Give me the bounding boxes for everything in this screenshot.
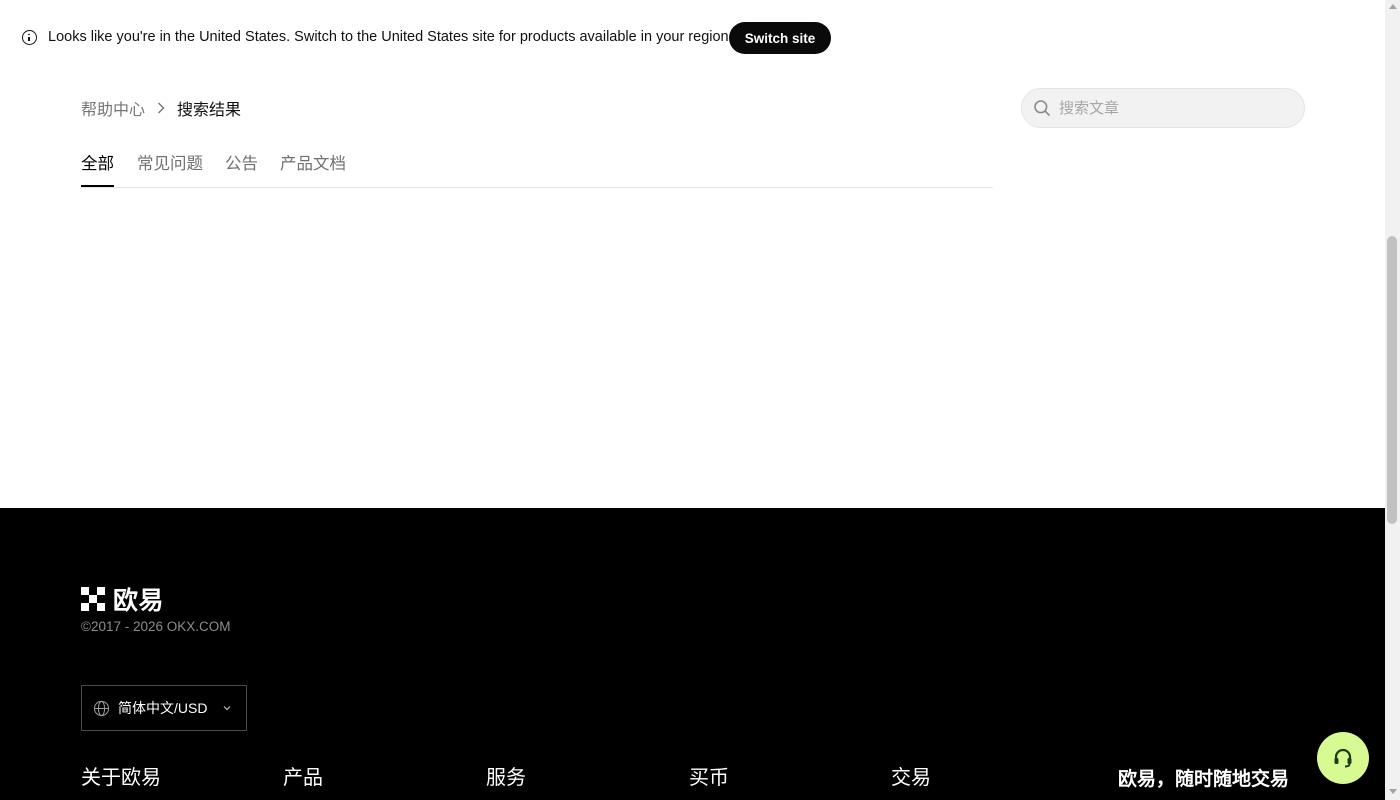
okx-logo-mark (81, 587, 105, 611)
article-search[interactable] (1021, 88, 1305, 128)
copyright: ©2017 - 2026 OKX.COM (81, 619, 231, 634)
chevron-down-icon (224, 706, 231, 711)
chevron-right-icon (145, 102, 177, 114)
scrollbar-thumb[interactable] (1387, 236, 1397, 524)
search-input[interactable] (1057, 98, 1281, 118)
scroll-up-arrow-icon[interactable] (1389, 4, 1397, 9)
search-icon (1034, 100, 1050, 116)
headset-icon (1334, 748, 1352, 768)
language-currency-select[interactable]: 简体中文/USD (81, 685, 247, 731)
globe-icon (93, 700, 110, 716)
footer-slogan: 欧易，随时随地交易 (1118, 769, 1290, 790)
footer-buy-crypto[interactable]: 买币 (689, 761, 729, 790)
breadcrumb-current: 搜索结果 (177, 102, 242, 119)
okx-logo[interactable]: 欧易 (81, 581, 164, 617)
vertical-scrollbar[interactable] (1385, 0, 1400, 800)
breadcrumb-help-center[interactable]: 帮助中心 (81, 96, 145, 120)
result-tabs: 全部 常见问题 公告 产品文档 (81, 150, 993, 188)
tab-product-docs[interactable]: 产品文档 (280, 150, 346, 187)
info-icon (22, 30, 37, 45)
breadcrumb: 帮助中心 搜索结果 (81, 96, 241, 120)
support-button[interactable] (1317, 732, 1369, 784)
footer-services[interactable]: 服务 (486, 761, 526, 790)
scroll-down-arrow-icon[interactable] (1389, 789, 1397, 794)
region-banner-message: Looks like you're in the United States. … (48, 29, 733, 45)
tab-faq[interactable]: 常见问题 (137, 150, 203, 187)
switch-site-button[interactable]: Switch site (729, 22, 831, 54)
tab-announcements[interactable]: 公告 (225, 150, 258, 187)
region-banner: Looks like you're in the United States. … (0, 0, 1385, 76)
footer-about[interactable]: 关于欧易 (81, 761, 161, 790)
logo-text: 欧易 (113, 587, 165, 615)
footer: 欧易 ©2017 - 2026 OKX.COM 简体中文/USD 关于欧易 产品… (0, 508, 1385, 800)
footer-products[interactable]: 产品 (283, 761, 323, 790)
page: Looks like you're in the United States. … (0, 0, 1400, 800)
language-label: 简体中文/USD (118, 700, 208, 716)
footer-trade[interactable]: 交易 (891, 761, 931, 790)
tab-all[interactable]: 全部 (81, 150, 114, 187)
